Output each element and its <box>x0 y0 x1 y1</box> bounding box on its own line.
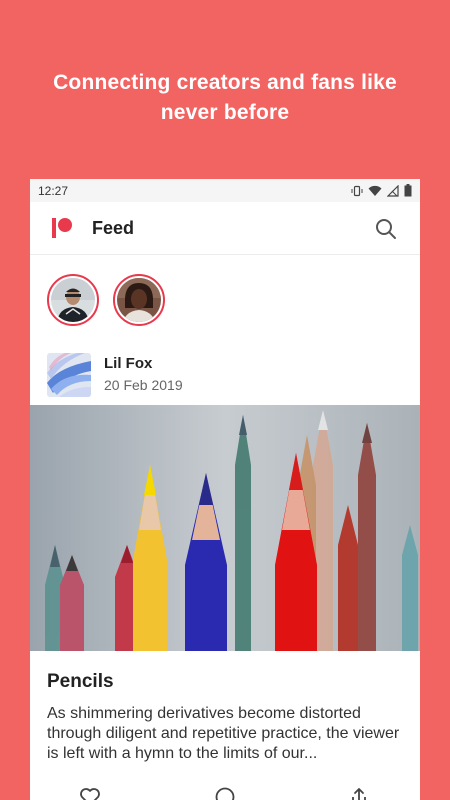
patreon-logo-icon[interactable] <box>48 214 76 242</box>
promo-line-1: Connecting creators and fans like <box>53 71 397 94</box>
post-actions <box>30 779 420 800</box>
vibrate-icon <box>351 185 363 196</box>
post-title[interactable]: Pencils <box>30 651 420 694</box>
share-icon[interactable] <box>347 785 371 800</box>
post-body: As shimmering derivatives become distort… <box>47 705 400 762</box>
heart-icon[interactable] <box>78 785 102 800</box>
app-bar: Feed <box>30 202 420 255</box>
avatar <box>117 278 161 322</box>
stories-row <box>30 255 420 345</box>
status-time: 12:27 <box>38 183 69 198</box>
avatar <box>51 278 95 322</box>
story-avatar-2[interactable] <box>113 274 165 326</box>
signal-icon <box>387 184 399 197</box>
wifi-icon <box>368 185 382 196</box>
post-image[interactable] <box>30 405 420 651</box>
search-icon[interactable] <box>374 217 398 241</box>
status-bar: 12:27 <box>30 179 420 202</box>
phone-screen: 12:27 Feed Lil Fox 20 Feb 2019 Pencils A… <box>30 179 420 800</box>
post-date: 20 Feb 2019 <box>104 377 183 393</box>
battery-icon <box>404 184 412 197</box>
creator-thumbnail <box>47 353 91 397</box>
promo-headline: Connecting creators and fans like never … <box>0 68 450 128</box>
post-header[interactable]: Lil Fox 20 Feb 2019 <box>30 345 420 405</box>
comment-icon[interactable] <box>213 785 237 800</box>
story-avatar-1[interactable] <box>47 274 99 326</box>
post-author[interactable]: Lil Fox <box>104 354 183 374</box>
promo-line-2: never before <box>160 101 290 124</box>
page-title: Feed <box>92 217 135 238</box>
